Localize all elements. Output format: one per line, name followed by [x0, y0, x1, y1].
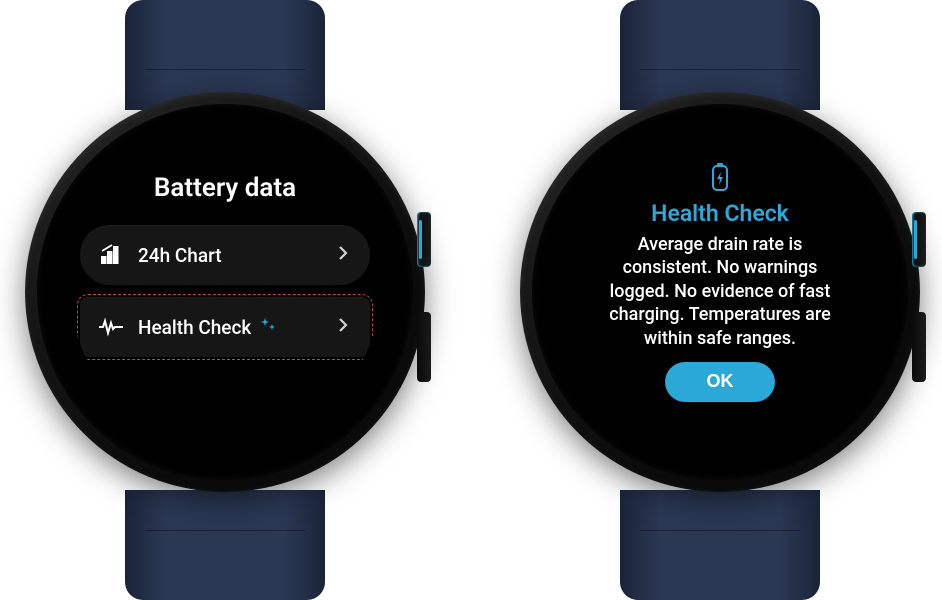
page-title: Battery data — [154, 173, 296, 203]
menu-list: 24h Chart — [80, 225, 370, 357]
watch-band-bottom — [620, 490, 820, 600]
ok-button[interactable]: OK — [665, 362, 775, 402]
watch-case: Battery data 24h Chart — [25, 92, 425, 492]
hardware-button-bottom[interactable] — [912, 312, 926, 382]
dialog-body: Average drain rate is consistent. No war… — [566, 233, 874, 350]
watch-case: Health Check Average drain rate is consi… — [520, 92, 920, 492]
menu-item-health-check[interactable]: Health Check — [80, 297, 370, 357]
hardware-button-bottom[interactable] — [417, 312, 431, 382]
watch-right: Health Check Average drain rate is consi… — [510, 0, 930, 600]
sparkle-icon — [259, 316, 277, 338]
bar-chart-icon — [98, 242, 124, 268]
hardware-button-top[interactable] — [912, 212, 926, 267]
watch-band-bottom — [125, 490, 325, 600]
hardware-button-top[interactable] — [417, 212, 431, 267]
watch-bezel: Health Check Average drain rate is consi… — [532, 104, 908, 480]
watch-screen-dialog: Health Check Average drain rate is consi… — [566, 138, 874, 446]
watch-bezel: Battery data 24h Chart — [37, 104, 413, 480]
dialog-title: Health Check — [651, 200, 789, 227]
heartbeat-icon — [98, 314, 124, 340]
ok-button-label: OK — [707, 371, 734, 392]
chevron-right-icon — [338, 245, 348, 265]
watch-left: Battery data 24h Chart — [15, 0, 435, 600]
battery-health-icon — [708, 162, 732, 196]
menu-item-label: 24h Chart — [138, 244, 222, 267]
menu-item-label: Health Check — [138, 316, 251, 339]
watch-screen-menu: Battery data 24h Chart — [71, 138, 379, 446]
chevron-right-icon — [338, 317, 348, 337]
menu-item-24h-chart[interactable]: 24h Chart — [80, 225, 370, 285]
